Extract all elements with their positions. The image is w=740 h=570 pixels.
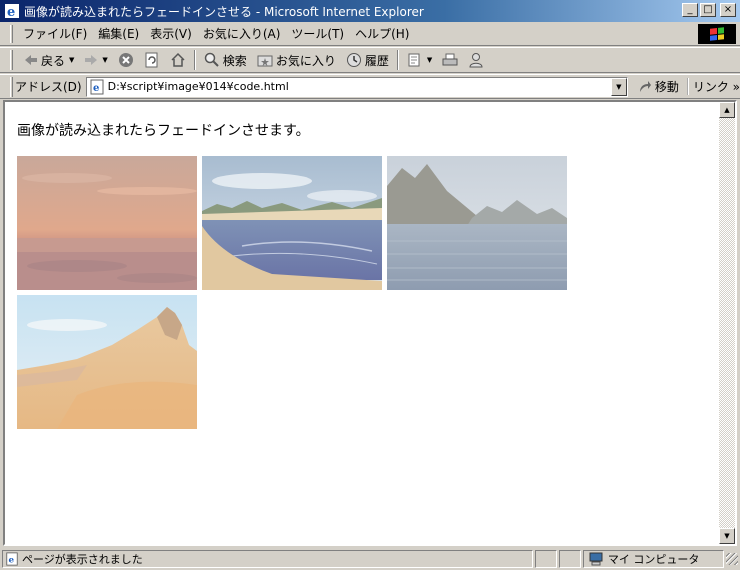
go-label: 移動: [654, 80, 679, 94]
stop-button[interactable]: [113, 49, 139, 71]
zone-label: マイ コンピュータ: [607, 553, 700, 566]
vertical-scrollbar[interactable]: ▲ ▼: [719, 102, 735, 544]
image-gallery: [17, 156, 577, 429]
history-label: 履歴: [364, 53, 389, 68]
printer-icon: [442, 53, 458, 66]
blue-bay-beach-image: [202, 156, 382, 290]
back-button[interactable]: 戻る ▼: [19, 49, 79, 71]
standard-toolbar: 戻る ▼ ▼ 検索 お気に入り 履歴 ▼: [0, 47, 740, 73]
home-icon: [171, 52, 185, 67]
sunset-plain-image: [17, 156, 197, 290]
window-title: 画像が読み込まれたらフェードインさせる - Microsoft Internet…: [24, 4, 424, 19]
status-text: ページが表示されました: [22, 553, 143, 566]
home-button[interactable]: [165, 49, 191, 71]
menu-tools[interactable]: ツール(T): [289, 25, 353, 42]
page-heading: 画像が読み込まれたらフェードインさせます。: [17, 123, 310, 139]
mail-icon: [408, 53, 420, 67]
scroll-down-button[interactable]: ▼: [719, 528, 735, 544]
svg-text:e: e: [7, 5, 15, 19]
address-bar: アドレス(D) e ▼ 移動 リンク »: [0, 74, 740, 99]
refresh-button[interactable]: [139, 49, 165, 71]
page-done-icon: e: [6, 552, 18, 566]
resize-grip[interactable]: [726, 553, 739, 565]
close-button[interactable]: ×: [720, 3, 736, 17]
search-icon: [204, 52, 219, 67]
forward-dropdown-icon[interactable]: ▼: [102, 56, 107, 64]
print-button[interactable]: [437, 49, 463, 71]
windows-logo-icon: [698, 24, 736, 44]
status-panel-empty: [535, 550, 557, 568]
menu-file[interactable]: ファイル(F): [21, 25, 96, 42]
menu-favorites[interactable]: お気に入り(A): [201, 25, 290, 42]
mail-button[interactable]: ▼: [402, 49, 437, 71]
minimize-button[interactable]: _: [682, 3, 698, 17]
menu-grip[interactable]: [10, 24, 13, 43]
address-label: アドレス(D): [14, 80, 82, 94]
page-viewport: 画像が読み込まれたらフェードインさせます。 ▲ ▼: [3, 100, 737, 546]
back-arrow-icon: [25, 55, 37, 65]
scroll-up-button[interactable]: ▲: [719, 102, 735, 118]
toolbar-separator: [396, 50, 399, 70]
menu-bar: ファイル(F) 編集(E) 表示(V) お気に入り(A) ツール(T) ヘルプ(…: [0, 22, 740, 46]
go-button[interactable]: 移動: [638, 78, 679, 95]
back-dropdown-icon[interactable]: ▼: [69, 56, 74, 64]
menu-help[interactable]: ヘルプ(H): [353, 25, 418, 42]
status-panel-empty: [558, 550, 581, 568]
my-computer-icon: [589, 552, 603, 566]
desert-peak-image: [17, 295, 197, 429]
address-grip[interactable]: [10, 76, 13, 97]
favorites-button[interactable]: お気に入り: [252, 49, 341, 71]
menu-edit[interactable]: 編集(E): [96, 25, 148, 42]
links-button[interactable]: リンク »: [686, 78, 740, 95]
svg-text:e: e: [9, 556, 15, 566]
address-box[interactable]: e ▼: [85, 76, 628, 97]
mountain-lake-image: [387, 156, 567, 290]
status-message-panel: e ページが表示されました: [2, 550, 534, 568]
back-label: 戻る: [41, 53, 66, 68]
toolbar-grip[interactable]: [10, 50, 13, 70]
mail-dropdown-icon[interactable]: ▼: [427, 56, 432, 64]
favorites-folder-icon: [257, 55, 273, 67]
stop-icon: [118, 53, 133, 67]
history-button[interactable]: 履歴: [341, 49, 394, 71]
page-content: 画像が読み込まれたらフェードインさせます。: [5, 102, 717, 544]
status-bar: e ページが表示されました マイ コンピュータ: [0, 548, 740, 570]
forward-button[interactable]: ▼: [79, 49, 112, 71]
search-label: 検索: [222, 53, 247, 68]
favorites-label: お気に入り: [275, 53, 336, 68]
window-controls: _ □ ×: [682, 3, 736, 17]
person-icon: [469, 53, 483, 68]
address-input[interactable]: [107, 80, 608, 93]
maximize-button[interactable]: □: [700, 3, 716, 17]
toolbar-separator: [193, 50, 196, 70]
address-dropdown-button[interactable]: ▼: [610, 77, 627, 96]
svg-text:e: e: [93, 83, 99, 94]
search-button[interactable]: 検索: [199, 49, 252, 71]
menu-view[interactable]: 表示(V): [148, 25, 201, 42]
page-ie-icon: e: [90, 79, 104, 94]
security-zone-panel: マイ コンピュータ: [582, 550, 725, 568]
go-arrow-icon: [639, 80, 651, 92]
ie-logo-icon: e: [5, 4, 19, 19]
messenger-button[interactable]: [463, 49, 489, 71]
refresh-icon: [145, 52, 158, 68]
history-icon: [346, 53, 361, 67]
title-bar: e 画像が読み込まれたらフェードインさせる - Microsoft Intern…: [0, 0, 740, 22]
forward-arrow-icon: [85, 55, 98, 65]
